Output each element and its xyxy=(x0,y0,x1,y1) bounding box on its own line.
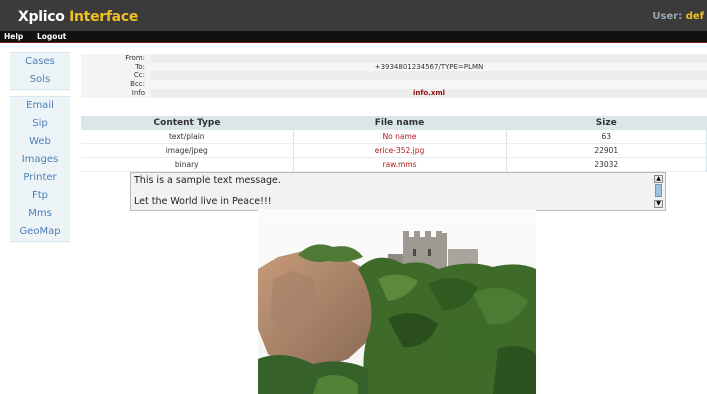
file-name-link[interactable]: No name xyxy=(293,130,507,144)
table-row: image/jpeg erice-352.jpg 22901 xyxy=(81,143,707,158)
header-row-to: To: +3934801234567/TYPE=PLMN xyxy=(81,62,707,72)
sidebar-item-ftp[interactable]: Ftp xyxy=(10,187,70,205)
sidebar: Cases Sols Email Sip Web Images Printer … xyxy=(10,52,70,248)
header-row-cc: Cc: xyxy=(81,71,707,81)
cc-label: Cc: xyxy=(81,71,151,81)
table-row: text/plain No name 63 xyxy=(81,130,707,144)
content-type-cell: binary xyxy=(81,157,294,172)
to-value: +3934801234567/TYPE=PLMN xyxy=(151,62,707,72)
contents-header-row: Content Type File name Size xyxy=(81,116,707,130)
message-text-box[interactable]: This is a sample text message. Let the W… xyxy=(130,172,666,211)
menu-help[interactable]: Help xyxy=(4,31,23,42)
sidebar-item-mms[interactable]: Mms xyxy=(10,205,70,223)
brand-name: Xplico xyxy=(18,9,70,25)
size-cell: 23032 xyxy=(506,157,707,172)
sidebar-item-cases[interactable]: Cases xyxy=(10,53,70,71)
message-header-table: From: To: +3934801234567/TYPE=PLMN Cc: B… xyxy=(81,54,707,98)
sidebar-item-geomap[interactable]: GeoMap xyxy=(10,223,70,241)
message-scrollbar[interactable]: ▲ ▼ xyxy=(654,175,663,208)
message-text: This is a sample text message. Let the W… xyxy=(134,175,281,207)
header-row-from: From: xyxy=(81,54,707,63)
file-name-link[interactable]: erice-352.jpg xyxy=(293,143,507,158)
brand-accent: Interface xyxy=(69,9,139,25)
scroll-thumb[interactable] xyxy=(655,184,662,197)
file-name-link[interactable]: raw.mms xyxy=(293,157,507,172)
sidebar-item-sols[interactable]: Sols xyxy=(10,71,70,89)
top-bar: Xplico Interface User: def xyxy=(0,0,707,31)
sidebar-group-cases: Cases Sols xyxy=(10,52,70,90)
menu-logout[interactable]: Logout xyxy=(37,31,66,42)
sidebar-item-images[interactable]: Images xyxy=(10,151,70,169)
app-logo: Xplico Interface xyxy=(18,9,138,25)
content-type-cell: image/jpeg xyxy=(81,143,294,158)
info-label: Info xyxy=(81,88,151,98)
contents-table: Content Type File name Size text/plain N… xyxy=(81,116,707,172)
info-link[interactable]: info.xml xyxy=(151,88,707,98)
castle-photo xyxy=(258,209,536,394)
user-label: User: xyxy=(652,11,686,22)
scroll-up-icon[interactable]: ▲ xyxy=(654,175,663,183)
size-cell: 63 xyxy=(506,130,707,144)
user-name: def xyxy=(685,11,704,22)
sidebar-item-web[interactable]: Web xyxy=(10,133,70,151)
user-indicator: User: def xyxy=(652,11,704,22)
column-header-file-name: File name xyxy=(293,116,506,130)
menu-bar: Help Logout xyxy=(0,31,707,43)
sidebar-item-sip[interactable]: Sip xyxy=(10,115,70,133)
header-row-bcc: Bcc: xyxy=(81,80,707,89)
scroll-down-icon[interactable]: ▼ xyxy=(654,200,663,208)
table-row: binary raw.mms 23032 xyxy=(81,157,707,172)
column-header-size: Size xyxy=(506,116,707,130)
cc-value xyxy=(151,71,707,81)
bcc-label: Bcc: xyxy=(81,80,151,89)
sidebar-group-protocols: Email Sip Web Images Printer Ftp Mms Geo… xyxy=(10,96,70,242)
from-label: From: xyxy=(81,54,151,63)
sidebar-item-email[interactable]: Email xyxy=(10,97,70,115)
content-type-cell: text/plain xyxy=(81,130,294,144)
header-row-info: Info info.xml xyxy=(81,88,707,98)
to-label: To: xyxy=(81,62,151,72)
from-value xyxy=(151,54,707,63)
sidebar-item-printer[interactable]: Printer xyxy=(10,169,70,187)
attached-image xyxy=(258,209,536,394)
column-header-content-type: Content Type xyxy=(81,116,293,130)
bcc-value xyxy=(151,80,707,89)
size-cell: 22901 xyxy=(506,143,707,158)
